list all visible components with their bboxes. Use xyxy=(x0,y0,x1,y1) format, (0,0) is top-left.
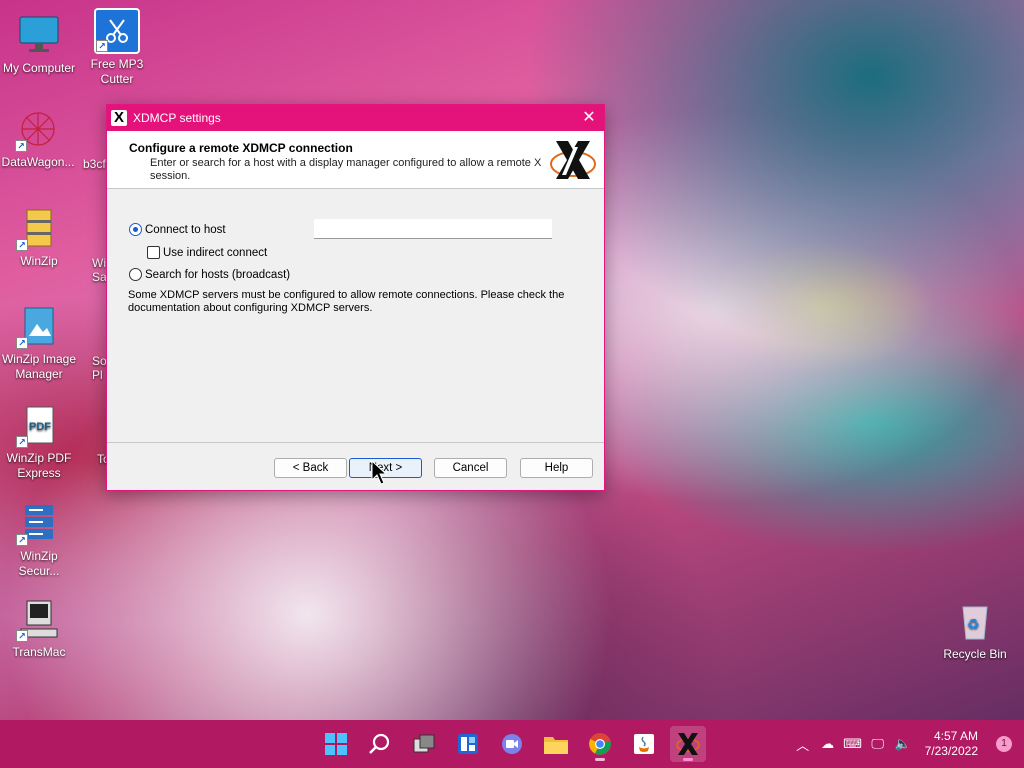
widgets-icon[interactable] xyxy=(450,726,486,762)
desktop-icon-label: TransMac xyxy=(12,645,66,659)
xlaunch-icon[interactable] xyxy=(670,726,706,762)
transmac-icon: ↗ xyxy=(16,596,62,642)
mouse-cursor-icon xyxy=(371,459,388,491)
winzip-icon: ↗ xyxy=(16,205,62,251)
indirect-connect-option[interactable]: Use indirect connect xyxy=(147,246,267,259)
desktop-icon-label: WinZip PDF Express xyxy=(6,451,72,480)
monitor-icon xyxy=(16,12,62,58)
java-icon[interactable] xyxy=(626,726,662,762)
desktop-icon-label: Free MP3 Cutter xyxy=(90,57,144,86)
onedrive-icon[interactable]: ☁ xyxy=(817,736,839,752)
svg-text:♻: ♻ xyxy=(967,616,980,632)
desktop-icon-label: WinZip xyxy=(20,254,58,268)
xdmcp-settings-dialog: X XDMCP settings ✕ Configure a remote XD… xyxy=(106,104,605,491)
indirect-connect-label: Use indirect connect xyxy=(163,246,268,259)
wizard-body: Connect to host Use indirect connect Sea… xyxy=(107,189,604,443)
desktop-icon-label: WinZip Image Manager xyxy=(1,352,77,381)
x-logo-icon: X xyxy=(111,110,127,126)
wizard-header: Configure a remote XDMCP connection Ente… xyxy=(107,131,604,189)
dialog-titlebar[interactable]: X XDMCP settings ✕ xyxy=(107,105,604,131)
desktop-icon-label: My Computer xyxy=(2,61,76,75)
start-icon[interactable] xyxy=(318,726,354,762)
desktop-icon-my-computer[interactable]: My Computer xyxy=(1,12,77,76)
chrome-icon[interactable] xyxy=(582,726,618,762)
desktop-icon-label: DataWagon... xyxy=(1,155,75,169)
dialog-title: XDMCP settings xyxy=(133,111,221,125)
desktop-icon-partial-so-pl[interactable]: So Pl xyxy=(92,354,107,382)
desktop-icon-winzip[interactable]: ↗ WinZip xyxy=(1,205,77,269)
host-input[interactable] xyxy=(314,219,552,239)
clock[interactable]: 4:57 AM 7/23/2022 xyxy=(925,729,978,759)
desktop-icon-winzip-secure[interactable]: ↗ WinZip Secur... xyxy=(1,500,77,579)
clock-date: 7/23/2022 xyxy=(924,744,978,758)
clock-time: 4:57 AM xyxy=(933,729,978,743)
svg-text:PDF: PDF xyxy=(29,421,51,433)
xdmcp-note: Some XDMCP servers must be configured to… xyxy=(128,289,565,314)
desktop-icon-free-mp3-cutter[interactable]: ↗ Free MP3 Cutter xyxy=(79,8,155,87)
close-icon[interactable]: ✕ xyxy=(574,105,604,131)
shortcut-arrow-icon: ↗ xyxy=(16,630,28,642)
recycle-bin-icon: ♻ xyxy=(952,598,998,644)
taskbar-apps xyxy=(318,720,706,768)
desktop-icon-datawagon[interactable]: ↗ DataWagon... xyxy=(0,106,76,170)
cancel-button[interactable]: Cancel xyxy=(434,458,507,478)
shortcut-arrow-icon: ↗ xyxy=(16,239,28,251)
header-subtitle: Enter or search for a host with a displa… xyxy=(150,157,542,182)
teams-chat-icon[interactable] xyxy=(494,726,530,762)
system-tray: ︿ ☁ ⌨ 🖵 🔈 4:57 AM 7/23/2022 1 xyxy=(792,720,1024,768)
connect-to-host-radio[interactable] xyxy=(129,223,142,236)
desktop-icon-label: Recycle Bin xyxy=(943,647,1007,661)
wizard-footer: < Back Next > Cancel Help xyxy=(107,442,604,490)
desktop-icon-winzip-pdf-express[interactable]: PDF ↗ WinZip PDF Express xyxy=(1,402,77,481)
connect-to-host-label: Connect to host xyxy=(145,223,226,236)
back-button[interactable]: < Back xyxy=(274,458,347,478)
desktop-icon-recycle-bin[interactable]: ♻ Recycle Bin xyxy=(937,598,1013,662)
notification-badge[interactable]: 1 xyxy=(996,736,1012,752)
task-view-icon[interactable] xyxy=(406,726,442,762)
desktop-icon-transmac[interactable]: ↗ TransMac xyxy=(1,596,77,660)
image-manager-icon: ↗ xyxy=(16,303,62,349)
desktop-icon-label: WinZip Secur... xyxy=(18,549,60,578)
desktop-icon-partial-wi-sa[interactable]: Wi Sa xyxy=(92,256,107,284)
datawagon-icon: ↗ xyxy=(15,106,61,152)
pdf-icon: PDF ↗ xyxy=(16,402,62,448)
shortcut-arrow-icon: ↗ xyxy=(16,436,28,448)
connect-to-host-option[interactable]: Connect to host xyxy=(129,223,226,236)
desktop-icon-partial-b3cf[interactable]: b3cf xyxy=(83,157,106,171)
header-title: Configure a remote XDMCP connection xyxy=(129,141,353,155)
file-explorer-icon[interactable] xyxy=(538,726,574,762)
shortcut-arrow-icon: ↗ xyxy=(96,40,108,52)
shortcut-arrow-icon: ↗ xyxy=(16,337,28,349)
search-hosts-option[interactable]: Search for hosts (broadcast) xyxy=(129,268,290,281)
running-indicator xyxy=(683,758,693,761)
network-icon[interactable]: 🖵 xyxy=(867,736,889,752)
keyboard-icon[interactable]: ⌨ xyxy=(842,736,864,752)
x-window-system-logo-icon xyxy=(548,137,598,183)
search-hosts-radio[interactable] xyxy=(129,268,142,281)
scissors-icon: ↗ xyxy=(94,8,140,54)
running-indicator xyxy=(595,758,605,761)
secure-backup-icon: ↗ xyxy=(16,500,62,546)
chevron-up-icon[interactable]: ︿ xyxy=(792,735,814,754)
search-icon[interactable] xyxy=(362,726,398,762)
shortcut-arrow-icon: ↗ xyxy=(16,534,28,546)
desktop-icon-winzip-image-manager[interactable]: ↗ WinZip Image Manager xyxy=(1,303,77,382)
taskbar: ︿ ☁ ⌨ 🖵 🔈 4:57 AM 7/23/2022 1 xyxy=(0,720,1024,768)
shortcut-arrow-icon: ↗ xyxy=(15,140,27,152)
indirect-connect-checkbox[interactable] xyxy=(147,246,160,259)
volume-icon[interactable]: 🔈 xyxy=(892,736,914,752)
help-button[interactable]: Help xyxy=(520,458,593,478)
search-hosts-label: Search for hosts (broadcast) xyxy=(145,268,291,281)
